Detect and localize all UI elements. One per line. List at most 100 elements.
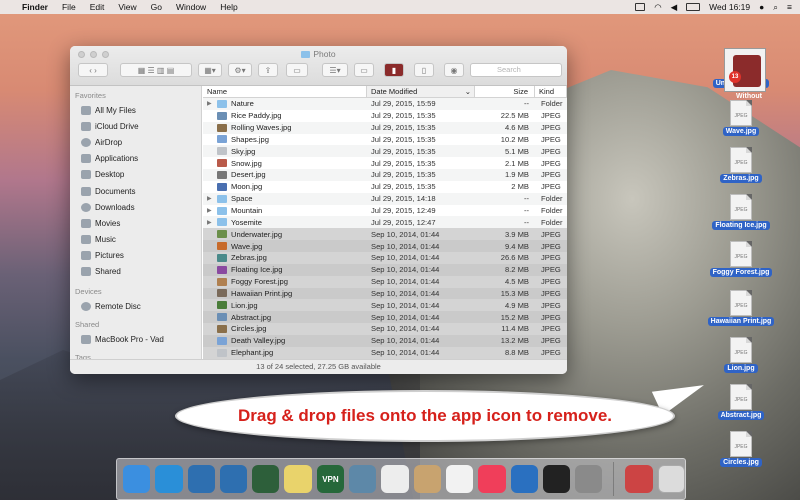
table-row[interactable]: ▶ Mountain Jul 29, 2015, 12:49 -- Folder <box>203 205 567 217</box>
desktop-file[interactable]: JPEG Lion.jpg <box>696 337 786 373</box>
sidebar-item-desktop[interactable]: Desktop <box>70 167 201 183</box>
dock-safari-icon[interactable] <box>155 465 183 493</box>
list-header: Name Date Modified ⌄ Size Kind <box>203 86 567 98</box>
view-mode-buttons[interactable]: ▦ ☰ ▥ ▤ <box>120 63 192 77</box>
table-row[interactable]: Abstract.jpg Sep 10, 2014, 01:44 15.2 MB JP… <box>203 311 567 324</box>
sidebar-item-pictures[interactable]: Pictures <box>70 248 201 264</box>
action-gear-button[interactable]: ⚙▾ <box>228 63 252 77</box>
menu-help[interactable]: Help <box>220 2 237 12</box>
table-row[interactable]: Floating Ice.jpg Sep 10, 2014, 01:44 8.2 M… <box>203 263 567 276</box>
keyboard-icon[interactable] <box>635 3 646 11</box>
menu-file[interactable]: File <box>62 2 76 12</box>
sidebar-item-shared[interactable]: Shared <box>70 264 201 280</box>
desktop-file[interactable]: JPEG Zebras.jpg <box>696 147 786 183</box>
table-row[interactable]: Death Valley.jpg Sep 10, 2014, 01:44 13.2 … <box>203 334 567 347</box>
desktop-file[interactable]: JPEG Circles.jpg <box>696 431 786 467</box>
table-row[interactable]: ▶ Nature Jul 29, 2015, 15:59 -- Folder <box>203 98 567 110</box>
arrange-button[interactable]: ▦▾ <box>198 63 222 77</box>
share-button[interactable]: ⇪ <box>258 63 278 77</box>
quicklook-eye-icon[interactable]: ◉ <box>444 63 464 77</box>
table-row[interactable]: Sky.jpg Jul 29, 2015, 15:35 5.1 MB JPEG <box>203 145 567 158</box>
dock-terminal-icon[interactable] <box>542 465 571 493</box>
table-row[interactable]: Circles.jpg Sep 10, 2014, 01:44 11.4 MB JPE… <box>203 323 567 335</box>
sidebar-item-remote-disc[interactable]: Remote Disc <box>70 298 201 314</box>
table-row[interactable]: Zebras.jpg Sep 10, 2014, 01:44 26.6 MB JPEG <box>203 251 567 264</box>
wifi-icon[interactable]: ◠ <box>654 2 661 13</box>
file-name: Wave.jpg <box>231 241 263 251</box>
table-row[interactable]: Shapes.jpg Jul 29, 2015, 15:35 10.2 MB JPEG <box>203 134 567 146</box>
dock-finder-icon[interactable] <box>123 465 151 493</box>
sidebar-item-documents[interactable]: Documents <box>70 183 201 199</box>
table-row[interactable]: Hawaiian Print.jpg Sep 10, 2014, 01:44 15.… <box>203 287 567 300</box>
trash-button[interactable]: ▯ <box>414 63 434 77</box>
table-row[interactable]: Underwater.jpg Sep 10, 2014, 01:44 3.9 MB J… <box>203 228 567 241</box>
spotlight-icon[interactable]: ⌕ <box>773 2 778 13</box>
clock[interactable]: Wed 16:19 <box>709 2 750 12</box>
back-forward-buttons[interactable]: ‹ › <box>78 63 108 77</box>
dock-preview-icon[interactable] <box>349 465 377 493</box>
sidebar-item-macbook[interactable]: MacBook Pro - Vad <box>70 331 201 347</box>
table-row[interactable]: Rice Paddy.jpg Jul 29, 2015, 15:35 22.5 MB… <box>203 110 567 122</box>
table-row[interactable]: Snow.jpg Jul 29, 2015, 15:35 2.1 MB JPEG <box>203 157 567 169</box>
dock-quicktime-icon[interactable] <box>510 465 538 493</box>
tag-button[interactable]: ▭ <box>286 63 308 77</box>
jpeg-file-icon: JPEG <box>730 290 752 316</box>
notification-icon[interactable]: ≡ <box>787 2 792 12</box>
menu-view[interactable]: View <box>118 2 136 12</box>
sidebar-item-music[interactable]: Music <box>70 232 201 248</box>
dock-vpn-icon[interactable]: VPN <box>316 465 345 493</box>
dock-music-icon[interactable] <box>478 465 506 493</box>
dock-trash-icon[interactable] <box>657 465 686 493</box>
remover-app-icon[interactable]: ▮ <box>384 63 404 77</box>
table-row[interactable]: ▶ Yosemite Jul 29, 2015, 12:47 -- Folder <box>203 216 567 229</box>
disclosure-triangle-icon[interactable]: ▶ <box>207 195 217 202</box>
dock-trash-app-icon[interactable] <box>625 465 653 493</box>
dock-photos-icon[interactable] <box>445 465 474 493</box>
user-icon[interactable]: ● <box>759 2 764 12</box>
table-row[interactable]: Elephant.jpg Sep 10, 2014, 01:44 8.8 MB JPE… <box>203 346 567 359</box>
menu-window[interactable]: Window <box>176 2 206 12</box>
desktop-file[interactable]: JPEG Foggy Forest.jpg <box>696 241 786 277</box>
disclosure-triangle-icon[interactable]: ▶ <box>207 207 217 214</box>
list-options-button[interactable]: ☰▾ <box>322 63 348 77</box>
sidebar-item-movies[interactable]: Movies <box>70 215 201 231</box>
dock-sync-2-icon[interactable] <box>219 465 248 493</box>
dock-notes-icon[interactable] <box>284 465 312 493</box>
table-row[interactable]: Wave.jpg Sep 10, 2014, 01:44 9.4 MB JPEG <box>203 240 567 252</box>
file-kind: JPEG <box>541 265 561 275</box>
disclosure-triangle-icon[interactable]: ▶ <box>207 219 217 226</box>
menu-go[interactable]: Go <box>151 2 162 12</box>
dock-contacts-icon[interactable] <box>413 465 441 493</box>
column-kind[interactable]: Kind <box>535 86 567 97</box>
table-row[interactable]: Foggy Forest.jpg Sep 10, 2014, 01:44 4.5 M… <box>203 275 567 288</box>
sidebar-item-downloads[interactable]: Downloads <box>70 199 201 215</box>
downloads-icon <box>81 202 91 212</box>
disclosure-triangle-icon[interactable]: ▶ <box>207 100 217 107</box>
dock-textedit-icon[interactable] <box>381 465 409 493</box>
table-row[interactable]: Desert.jpg Jul 29, 2015, 15:35 1.9 MB JPEG <box>203 169 567 181</box>
dock-system-prefs-icon[interactable] <box>575 465 603 493</box>
desktop-file[interactable]: JPEG Floating Ice.jpg <box>696 194 786 230</box>
desktop-file[interactable]: JPEG Abstract.jpg <box>696 384 786 420</box>
sidebar-item-icloud-drive[interactable]: iCloud Drive <box>70 118 201 134</box>
search-input[interactable]: Search <box>470 63 562 77</box>
column-name[interactable]: Name <box>203 86 367 97</box>
battery-icon[interactable] <box>686 3 701 11</box>
desktop-file[interactable]: JPEG Wave.jpg <box>696 100 786 136</box>
table-row[interactable]: ▶ Space Jul 29, 2015, 14:18 -- Folder <box>203 192 567 205</box>
desktop-file[interactable]: JPEG Hawaiian Print.jpg <box>696 290 786 326</box>
column-size[interactable]: Size <box>475 86 535 97</box>
menu-edit[interactable]: Edit <box>90 2 105 12</box>
sidebar-item-applications[interactable]: Applications <box>70 151 201 167</box>
table-row[interactable]: Rolling Waves.jpg Jul 29, 2015, 15:35 4.6 … <box>203 121 567 134</box>
column-date-modified[interactable]: Date Modified ⌄ <box>367 86 475 97</box>
new-folder-button[interactable]: ▭ <box>354 63 374 77</box>
sidebar-item-airdrop[interactable]: AirDrop <box>70 134 201 150</box>
sidebar-item-all-my-files[interactable]: All My Files <box>70 102 201 118</box>
volume-icon[interactable]: ◀ <box>671 2 678 13</box>
dock-sync-1-icon[interactable] <box>187 465 215 493</box>
dock-sync-3-icon[interactable] <box>252 465 280 493</box>
table-row[interactable]: Lion.jpg Sep 10, 2014, 01:44 4.9 MB JPEG <box>203 299 567 312</box>
menu-finder[interactable]: Finder <box>22 2 48 12</box>
table-row[interactable]: Moon.jpg Jul 29, 2015, 15:35 2 MB JPEG <box>203 181 567 193</box>
